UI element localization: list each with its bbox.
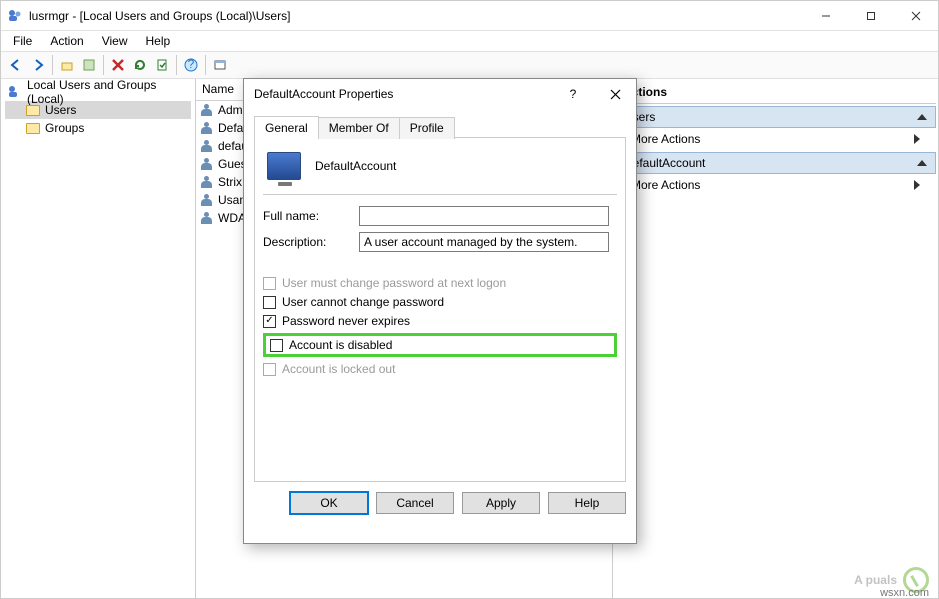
actions-band-account[interactable]: DefaultAccount — [615, 152, 936, 174]
svg-text:?: ? — [188, 58, 195, 71]
actions-band-users[interactable]: Users — [615, 106, 936, 128]
window-title: lusrmgr - [Local Users and Groups (Local… — [29, 9, 803, 23]
titlebar: lusrmgr - [Local Users and Groups (Local… — [1, 1, 938, 31]
locked-row: Account is locked out — [263, 362, 617, 376]
properties-view-icon[interactable] — [78, 54, 100, 76]
cannot-change-row[interactable]: User cannot change password — [263, 295, 617, 309]
export-icon[interactable] — [151, 54, 173, 76]
minimize-button[interactable] — [803, 1, 848, 31]
dialog-titlebar: DefaultAccount Properties ? — [244, 79, 636, 109]
tabstrip: General Member Of Profile — [254, 115, 626, 138]
cancel-button[interactable]: Cancel — [376, 492, 454, 514]
never-expires-row[interactable]: ✓ Password never expires — [263, 314, 617, 328]
dialog-title: DefaultAccount Properties — [254, 87, 552, 101]
description-label: Description: — [263, 235, 359, 249]
collapse-icon — [917, 114, 927, 120]
help-button[interactable]: Help — [548, 492, 626, 514]
full-name-field[interactable] — [359, 206, 609, 226]
submenu-icon — [914, 134, 920, 144]
list-item-label: Strix — [218, 175, 242, 189]
tree-root-label: Local Users and Groups (Local) — [27, 79, 191, 106]
watermark-text: A puals — [854, 573, 897, 587]
account-disabled-label: Account is disabled — [289, 338, 392, 352]
refresh-icon[interactable] — [129, 54, 151, 76]
tree-pane[interactable]: Local Users and Groups (Local) Users Gro… — [1, 79, 196, 598]
tab-panel-general: DefaultAccount Full name: Description: U… — [254, 138, 626, 482]
account-locked-label: Account is locked out — [282, 362, 395, 376]
never-expires-label: Password never expires — [282, 314, 410, 328]
disabled-row[interactable]: Account is disabled — [270, 338, 610, 352]
more-actions-2[interactable]: More Actions — [615, 174, 936, 196]
forward-button[interactable] — [27, 54, 49, 76]
new-window-icon[interactable] — [209, 54, 231, 76]
tab-member-of[interactable]: Member Of — [318, 117, 400, 139]
dialog-close-button[interactable] — [594, 79, 636, 109]
folder-icon — [25, 102, 41, 118]
delete-icon[interactable] — [107, 54, 129, 76]
up-button[interactable] — [56, 54, 78, 76]
never-expires-checkbox[interactable]: ✓ — [263, 315, 276, 328]
toolbar: ? — [1, 51, 938, 79]
tree-groups[interactable]: Groups — [5, 119, 191, 137]
user-icon — [200, 157, 214, 171]
full-name-label: Full name: — [263, 209, 359, 223]
help-icon[interactable]: ? — [180, 54, 202, 76]
users-groups-icon — [7, 84, 23, 100]
must-change-checkbox — [263, 277, 276, 290]
tree-root[interactable]: Local Users and Groups (Local) — [5, 83, 191, 101]
dialog-buttons: OK Cancel Apply Help — [244, 482, 636, 524]
cannot-change-label: User cannot change password — [282, 295, 444, 309]
actions-pane: Actions Users More Actions DefaultAccoun… — [613, 79, 938, 598]
user-icon — [200, 121, 214, 135]
maximize-button[interactable] — [848, 1, 893, 31]
tab-profile[interactable]: Profile — [399, 117, 455, 139]
account-disabled-checkbox[interactable] — [270, 339, 283, 352]
must-change-label: User must change password at next logon — [282, 276, 506, 290]
close-button[interactable] — [893, 1, 938, 31]
account-icon — [267, 152, 301, 180]
menu-file[interactable]: File — [5, 32, 40, 50]
menubar: File Action View Help — [1, 31, 938, 51]
submenu-icon — [914, 180, 920, 190]
menu-view[interactable]: View — [94, 32, 136, 50]
actions-header: Actions — [615, 81, 936, 104]
must-change-row: User must change password at next logon — [263, 276, 617, 290]
account-name: DefaultAccount — [315, 159, 396, 173]
more-actions[interactable]: More Actions — [615, 128, 936, 150]
tab-general[interactable]: General — [254, 116, 319, 138]
account-locked-checkbox — [263, 363, 276, 376]
user-icon — [200, 139, 214, 153]
window-controls — [803, 1, 938, 31]
tree-users-label: Users — [45, 103, 76, 117]
dialog-help-button[interactable]: ? — [552, 79, 594, 109]
tree-groups-label: Groups — [45, 121, 84, 135]
user-icon — [200, 193, 214, 207]
back-button[interactable] — [5, 54, 27, 76]
highlight-box: Account is disabled — [263, 333, 617, 357]
more-actions-label: More Actions — [631, 132, 700, 146]
cannot-change-checkbox[interactable] — [263, 296, 276, 309]
apply-button[interactable]: Apply — [462, 492, 540, 514]
app-icon — [7, 8, 23, 24]
svg-text:?: ? — [570, 88, 577, 100]
more-actions-2-label: More Actions — [631, 178, 700, 192]
user-icon — [200, 103, 214, 117]
user-icon — [200, 175, 214, 189]
folder-icon — [25, 120, 41, 136]
properties-dialog: DefaultAccount Properties ? General Memb… — [243, 78, 637, 544]
ok-button[interactable]: OK — [290, 492, 368, 514]
menu-action[interactable]: Action — [42, 32, 91, 50]
collapse-icon — [917, 160, 927, 166]
menu-help[interactable]: Help — [138, 32, 179, 50]
description-field[interactable] — [359, 232, 609, 252]
dialog-body: General Member Of Profile DefaultAccount… — [244, 109, 636, 482]
watermark-site: wsxn.com — [880, 587, 929, 599]
user-icon — [200, 211, 214, 225]
